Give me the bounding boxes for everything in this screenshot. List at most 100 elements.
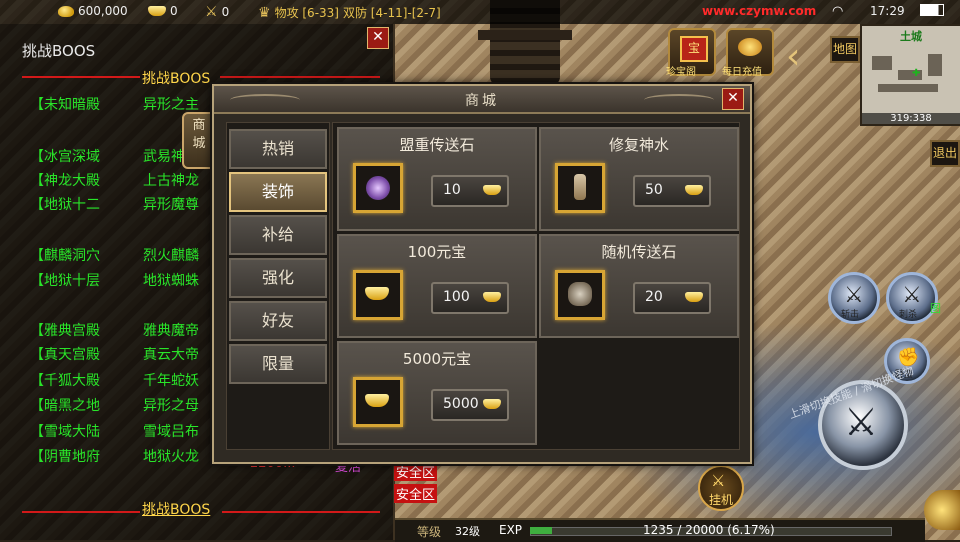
treasure-icon: 宝 bbox=[680, 36, 708, 62]
shop-item[interactable]: 5000元宝 5000 bbox=[337, 341, 537, 445]
category-enhance[interactable]: 强化 bbox=[229, 258, 327, 298]
crossed-swords-icon: ⚔ bbox=[711, 471, 726, 490]
category-friend[interactable]: 好友 bbox=[229, 301, 327, 341]
ingot-icon bbox=[483, 399, 501, 409]
boss-header: 挑战BOOS bbox=[142, 71, 211, 87]
item-price: 10 bbox=[443, 182, 461, 198]
ingot-icon bbox=[483, 185, 501, 195]
status-bar: 600,000 0 ⚔ 0 ♛ 物攻 [6-33] 双防 [4-11]-[2-7… bbox=[0, 0, 960, 24]
panel-title: 挑战BOOS bbox=[22, 42, 96, 60]
boss-row[interactable]: 【地狱十二 异形魔尊 bbox=[30, 194, 199, 214]
attack-value: 物攻 [6-33] bbox=[274, 6, 339, 20]
boss-row[interactable]: 【麒麟洞穴 烈火麒麟 bbox=[30, 245, 199, 265]
item-price: 5000 bbox=[443, 396, 479, 412]
item-price: 100 bbox=[443, 289, 470, 305]
item-price: 20 bbox=[645, 289, 663, 305]
sword-icon: ⚔ bbox=[844, 400, 879, 444]
ingot-icon bbox=[365, 287, 389, 300]
gold-counter: 600,000 bbox=[58, 4, 128, 18]
item-name: 修复神水 bbox=[608, 136, 669, 154]
sun-icon bbox=[924, 490, 960, 530]
item-slot[interactable] bbox=[353, 377, 403, 427]
boss-row[interactable]: 【阴曹地府 地狱火龙 bbox=[30, 446, 199, 466]
shop-item[interactable]: 修复神水 50 bbox=[539, 127, 739, 231]
attack-stat: ♛ 物攻 [6-33] 双防 [4-11]-[2-7] bbox=[258, 4, 441, 21]
level-label: 等级 bbox=[417, 525, 442, 539]
boss-row[interactable]: 【雪域大陆 雪域吕布 bbox=[30, 421, 199, 441]
minimap[interactable]: ✚ 土城 319:338 bbox=[860, 24, 960, 126]
item-slot[interactable] bbox=[555, 270, 605, 320]
gift-icon bbox=[738, 38, 762, 56]
category-decoration[interactable]: 装饰 bbox=[229, 172, 327, 212]
minimap-building bbox=[878, 84, 938, 92]
boss-row[interactable]: 【雅典宫殿 雅典魔帝 bbox=[30, 320, 199, 340]
gold-coin-icon bbox=[58, 5, 74, 17]
item-name: 盟重传送石 bbox=[399, 136, 475, 154]
minimap-coordinates: 319:338 bbox=[862, 113, 960, 124]
daily-label: 每日充值 bbox=[722, 67, 762, 78]
bottle-icon bbox=[574, 174, 586, 200]
daily-recharge-button[interactable]: 每日充值 bbox=[722, 28, 774, 78]
item-grid: 盟重传送石 10 修复神水 50 100元宝 100 随机传送石 20 5000… bbox=[332, 122, 740, 450]
collapse-arrow-icon[interactable]: ‹ bbox=[786, 34, 814, 80]
item-price: 50 bbox=[645, 182, 663, 198]
safe-zone-tag: 安全区 bbox=[394, 462, 438, 481]
boss-row[interactable]: 【未知暗殿 异形之主 bbox=[30, 94, 199, 114]
boss-row[interactable]: 【暗黑之地 异形之母 bbox=[30, 395, 199, 415]
item-slot[interactable] bbox=[353, 163, 403, 213]
auto-battle-button[interactable]: ⚔ 挂机 bbox=[698, 465, 744, 511]
clock: 17:29 bbox=[870, 4, 905, 18]
ingot-icon bbox=[685, 185, 703, 195]
shop-item[interactable]: 100元宝 100 bbox=[337, 234, 537, 338]
exp-fill bbox=[530, 527, 552, 534]
category-limited[interactable]: 限量 bbox=[229, 344, 327, 384]
minimap-building bbox=[872, 56, 892, 70]
website-label: www.czymw.com bbox=[702, 4, 817, 18]
gold-value: 600,000 bbox=[78, 4, 128, 18]
close-button[interactable]: ✕ bbox=[367, 27, 389, 49]
trophy-icon: ♛ bbox=[258, 4, 271, 21]
exp-label: EXP bbox=[499, 523, 523, 537]
treasure-pavilion-button[interactable]: 宝 珍宝阁 bbox=[666, 28, 716, 78]
item-value: 0 bbox=[221, 5, 230, 19]
boss-row[interactable]: 【神龙大殿 上古神龙 bbox=[30, 170, 199, 190]
buy-button[interactable]: 20 bbox=[633, 282, 711, 314]
buy-button[interactable]: 10 bbox=[431, 175, 509, 207]
shop-item[interactable]: 盟重传送石 10 bbox=[337, 127, 537, 231]
shop-close-button[interactable]: ✕ bbox=[722, 88, 744, 110]
boss-row[interactable]: 【真天宫殿 真云大帝 bbox=[30, 344, 199, 364]
boss-footer-link[interactable]: 挑战BOOS bbox=[142, 499, 210, 519]
minimap-label: 土城 bbox=[900, 30, 922, 43]
map-button[interactable]: 地图 bbox=[830, 36, 860, 63]
item-slot[interactable] bbox=[555, 163, 605, 213]
shop-item[interactable]: 随机传送石 20 bbox=[539, 234, 739, 338]
skill-thrust-button[interactable]: ⚔ 刺杀 bbox=[886, 272, 938, 324]
experience-bar: 等级 32级 EXP 1235 / 20000 (6.17%) bbox=[395, 518, 925, 542]
buy-button[interactable]: 5000 bbox=[431, 389, 509, 421]
ornament-icon bbox=[644, 94, 714, 106]
exp-text: 1235 / 20000 (6.17%) bbox=[643, 523, 775, 537]
boss-row[interactable]: 【地狱十层 地狱蜘蛛 bbox=[30, 270, 199, 290]
exit-button[interactable]: 退出 bbox=[930, 140, 960, 167]
boss-row[interactable]: 【冰宫深域 武易神 bbox=[30, 146, 185, 166]
boss-row[interactable]: 【千狐大殿 千年蛇妖 bbox=[30, 370, 199, 390]
divider bbox=[220, 76, 380, 78]
buy-button[interactable]: 50 bbox=[633, 175, 711, 207]
category-hot[interactable]: 热销 bbox=[229, 129, 327, 169]
buy-button[interactable]: 100 bbox=[431, 282, 509, 314]
skill-slash-button[interactable]: ⚔ 斩击 bbox=[828, 272, 880, 324]
item-slot[interactable] bbox=[353, 270, 403, 320]
ingot-counter: 0 bbox=[148, 4, 178, 18]
category-list: 热销 装饰 补给 强化 好友 限量 bbox=[226, 122, 330, 450]
category-supply[interactable]: 补给 bbox=[229, 215, 327, 255]
treasure-label: 珍宝阁 bbox=[666, 67, 696, 78]
skill-label: 图 bbox=[930, 302, 941, 315]
shop-side-tab[interactable]: 商城 bbox=[182, 112, 216, 169]
ingot-icon bbox=[685, 292, 703, 302]
minimap-building bbox=[928, 54, 942, 76]
defense-value: 双防 [4-11]-[2-7] bbox=[342, 6, 441, 20]
ingot-value: 0 bbox=[170, 4, 178, 18]
item-counter: ⚔ 0 bbox=[205, 4, 229, 20]
shop-header: 商城 ✕ bbox=[214, 86, 750, 114]
safe-zone-tag: 安全区 bbox=[394, 484, 438, 503]
